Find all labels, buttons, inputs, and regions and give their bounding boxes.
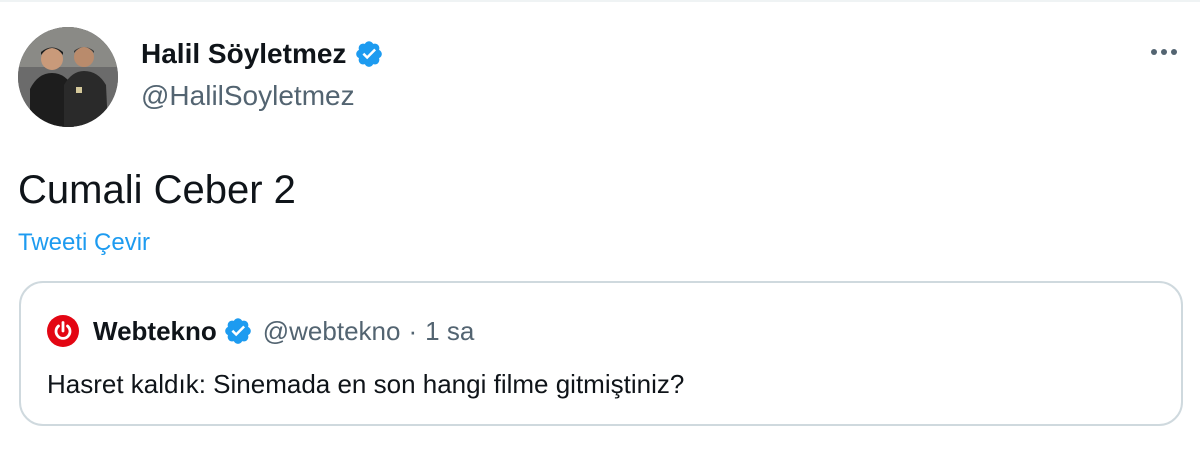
tweet-text: Cumali Ceber 2 [18,168,296,212]
top-divider [0,0,1200,2]
author-name-row: Halil Söyletmez [141,37,384,71]
author-display-name[interactable]: Halil Söyletmez [141,37,346,71]
quoted-separator: · [408,316,418,346]
avatar[interactable] [18,27,118,127]
verified-badge-icon [354,39,384,69]
quoted-timestamp[interactable]: 1 sa [425,314,474,348]
webtekno-logo-icon [47,315,79,347]
quoted-verified-badge-icon [223,316,253,346]
more-options-icon[interactable] [1144,40,1184,64]
author-handle[interactable]: @HalilSoyletmez [141,79,355,113]
quoted-handle: @webtekno [262,316,401,346]
tweet-card: Halil Söyletmez @HalilSoyletmez Cumali C… [0,0,1200,456]
translate-tweet-link[interactable]: Tweeti Çevir [18,228,150,258]
quoted-display-name: Webtekno [93,316,217,346]
quoted-tweet-text: Hasret kaldık: Sinemada en son hangi fil… [47,369,685,399]
quoted-tweet[interactable]: Webtekno @webtekno · 1 sa Hasret kaldık:… [19,281,1183,426]
avatar-photo [18,27,118,127]
quoted-tweet-header: Webtekno @webtekno · 1 sa [47,313,474,349]
